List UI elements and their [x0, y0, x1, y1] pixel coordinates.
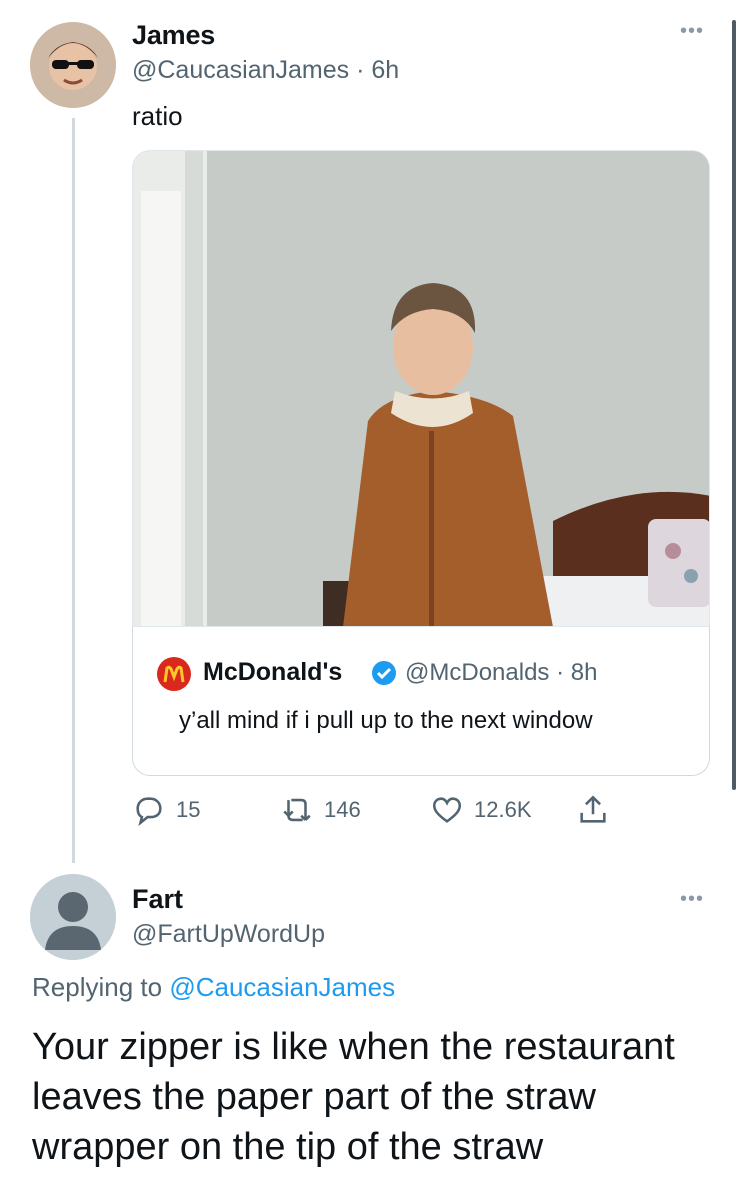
quoted-handle[interactable]: @McDonalds — [405, 659, 549, 686]
reply-author-name[interactable]: Fart — [132, 884, 183, 915]
avatar[interactable] — [30, 22, 116, 108]
retweet-count: 146 — [324, 797, 361, 822]
reply-text: Your zipper is like when the restaurant … — [32, 1026, 675, 1168]
tweet-text: ratio — [132, 101, 183, 131]
share-button[interactable] — [576, 790, 610, 830]
reply-avatar[interactable] — [30, 874, 116, 960]
like-button[interactable]: 12.6K — [430, 790, 532, 830]
tweet-photo[interactable] — [132, 150, 710, 626]
reply-more-icon[interactable]: ••• — [680, 888, 704, 911]
author-name[interactable]: James — [132, 20, 215, 51]
tweet-time[interactable]: 6h — [371, 56, 399, 84]
reply-button[interactable]: 15 — [132, 790, 200, 830]
retweet-button[interactable]: 146 — [280, 790, 361, 830]
quoted-handle-row: @McDonalds · 8h — [405, 659, 598, 686]
author-handle-row: @CaucasianJames · 6h — [132, 56, 400, 84]
quoted-text: y’all mind if i pull up to the next wind… — [179, 707, 593, 734]
heart-icon — [432, 797, 462, 823]
reply-author-handle[interactable]: @FartUpWordUp — [132, 920, 325, 949]
thread-line — [72, 118, 75, 863]
share-icon — [580, 795, 606, 823]
like-count: 12.6K — [474, 797, 532, 822]
verified-badge-icon — [371, 660, 397, 686]
reply-count: 15 — [176, 797, 201, 822]
author-handle[interactable]: @CaucasianJames — [132, 56, 349, 84]
replying-to: Replying to @CaucasianJames — [32, 972, 395, 1003]
quoted-time[interactable]: 8h — [571, 659, 598, 686]
retweet-icon — [283, 798, 311, 822]
tweet-actions: 15 146 12.6K — [132, 790, 692, 830]
quoted-tweet[interactable]: McDonald's @McDonalds · 8h y’all mind if… — [132, 626, 710, 776]
mcdonalds-logo — [157, 657, 191, 691]
quoted-author-name[interactable]: McDonald's — [203, 658, 342, 687]
more-icon[interactable]: ••• — [680, 20, 704, 43]
reply-icon — [136, 797, 162, 827]
scrollbar[interactable] — [732, 20, 736, 790]
replying-mention[interactable]: @CaucasianJames — [169, 972, 395, 1002]
replying-prefix: Replying to — [32, 972, 163, 1002]
